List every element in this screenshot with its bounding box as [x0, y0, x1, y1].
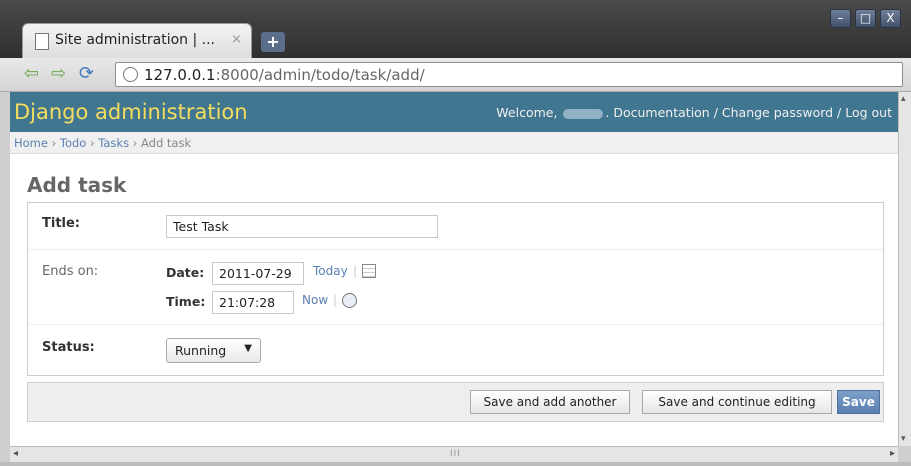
- submit-row: Save and add another Save and continue e…: [27, 382, 884, 422]
- scroll-right-icon[interactable]: ▸: [890, 448, 895, 459]
- form-row-status: Status: Running ▼: [28, 325, 883, 375]
- save-and-continue-button[interactable]: Save and continue editing: [642, 390, 832, 414]
- user-tools: Welcome, . Documentation / Change passwo…: [496, 105, 892, 120]
- breadcrumb-sep: ›: [47, 136, 60, 150]
- breadcrumb-tasks[interactable]: Tasks: [98, 136, 129, 150]
- reload-icon[interactable]: ⟳: [79, 64, 94, 84]
- title-input[interactable]: Test Task: [166, 215, 438, 238]
- horizontal-scrollbar[interactable]: ◂ III ▸: [10, 446, 898, 462]
- url-path: :8000/admin/todo/task/add/: [215, 66, 425, 84]
- new-tab-button[interactable]: +: [261, 32, 285, 52]
- link-separator: |: [333, 293, 338, 307]
- link-separator: |: [353, 264, 358, 278]
- page-title: Add task: [27, 173, 127, 197]
- globe-icon: [123, 67, 138, 82]
- username-blurred: [563, 108, 604, 119]
- breadcrumb-current: Add task: [141, 136, 192, 150]
- date-input[interactable]: 2011-07-29: [212, 262, 304, 285]
- page-icon: [35, 33, 49, 50]
- status-label: Status:: [42, 340, 95, 355]
- scroll-grip[interactable]: III: [450, 449, 461, 459]
- save-button[interactable]: Save: [837, 390, 880, 414]
- status-selected-value: Running: [175, 343, 227, 358]
- time-label: Time:: [166, 294, 206, 309]
- breadcrumb-sep: ›: [129, 136, 141, 150]
- url-text: 127.0.0.1:8000/admin/todo/task/add/: [144, 66, 425, 84]
- tab-bar: Site administration | ... × + – □ X: [0, 0, 911, 58]
- user-links[interactable]: . Documentation / Change password / Log …: [605, 105, 892, 120]
- forward-arrow-icon[interactable]: ⇨: [51, 64, 66, 84]
- calendar-icon[interactable]: [362, 264, 376, 278]
- status-select[interactable]: Running ▼: [166, 338, 261, 363]
- clock-icon[interactable]: [342, 293, 357, 308]
- now-link[interactable]: Now: [302, 293, 328, 307]
- window-frame-bottom: [0, 462, 911, 466]
- back-arrow-icon[interactable]: ⇦: [24, 64, 39, 84]
- browser-window: Site administration | ... × + – □ X ⇦ ⇨ …: [0, 0, 911, 466]
- close-window-button[interactable]: X: [880, 9, 901, 28]
- breadcrumb-todo[interactable]: Todo: [60, 136, 86, 150]
- add-task-form: Title: Test Task Ends on: Date: 2011-07-…: [27, 202, 884, 376]
- tab-title: Site administration | ...: [55, 32, 215, 48]
- welcome-text: Welcome,: [496, 105, 558, 120]
- vertical-scrollbar[interactable]: ▴ ▾: [898, 92, 911, 446]
- url-host: 127.0.0.1: [144, 66, 216, 84]
- breadcrumb-sep: ›: [86, 136, 99, 150]
- date-label: Date:: [166, 265, 205, 280]
- chevron-down-icon: ▼: [244, 343, 252, 354]
- today-link[interactable]: Today: [313, 264, 348, 278]
- scroll-left-icon[interactable]: ◂: [13, 448, 18, 459]
- scroll-up-icon[interactable]: ▴: [901, 94, 906, 104]
- title-label: Title:: [42, 216, 81, 231]
- page-content: Django administration Welcome, . Documen…: [10, 92, 898, 446]
- form-row-title: Title: Test Task: [28, 203, 883, 250]
- browser-tab[interactable]: Site administration | ... ×: [22, 23, 252, 58]
- minimize-button[interactable]: –: [830, 9, 851, 28]
- window-frame-left: [0, 92, 10, 462]
- maximize-button[interactable]: □: [855, 9, 876, 28]
- save-and-add-another-button[interactable]: Save and add another: [470, 390, 630, 414]
- form-row-ends-on: Ends on: Date: 2011-07-29 Today | Time: …: [28, 250, 883, 325]
- site-branding[interactable]: Django administration: [14, 100, 248, 124]
- admin-header: Django administration Welcome, . Documen…: [10, 92, 898, 132]
- breadcrumb: Home › Todo › Tasks › Add task: [10, 132, 898, 154]
- breadcrumb-home[interactable]: Home: [14, 136, 48, 150]
- time-input[interactable]: 21:07:28: [212, 291, 294, 314]
- address-bar[interactable]: 127.0.0.1:8000/admin/todo/task/add/: [115, 62, 903, 87]
- ends-on-label: Ends on:: [42, 264, 99, 279]
- tab-close-icon[interactable]: ×: [231, 32, 242, 47]
- scroll-down-icon[interactable]: ▾: [901, 434, 906, 444]
- browser-toolbar: ⇦ ⇨ ⟳ 127.0.0.1:8000/admin/todo/task/add…: [0, 58, 911, 92]
